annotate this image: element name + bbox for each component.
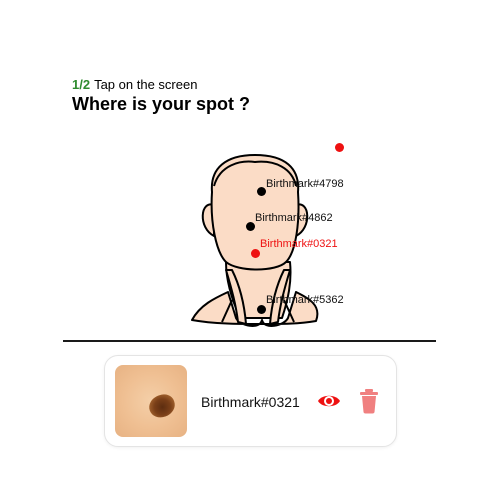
trash-icon xyxy=(360,389,378,414)
marker-dot[interactable] xyxy=(246,222,255,231)
marker-dot[interactable] xyxy=(257,187,266,196)
body-figure xyxy=(191,154,319,327)
marker-dot-selected[interactable] xyxy=(251,249,260,258)
body-map[interactable]: Birthmark#4798 Birthmark#4862 Birthmark#… xyxy=(0,0,500,340)
spot-thumbnail xyxy=(115,365,187,437)
spot-card[interactable]: Birthmark#0321 xyxy=(104,355,397,447)
divider xyxy=(63,340,436,342)
eye-icon xyxy=(318,395,340,407)
spot-name: Birthmark#0321 xyxy=(201,394,300,410)
mole-image xyxy=(146,391,178,421)
marker-label[interactable]: Birthmark#4798 xyxy=(266,178,344,190)
marker-label-selected[interactable]: Birthmark#0321 xyxy=(260,238,338,250)
marker-label[interactable]: Birthmark#4862 xyxy=(255,212,333,224)
marker-label[interactable]: Birthmark#5362 xyxy=(266,294,344,306)
tap-marker[interactable] xyxy=(335,143,344,152)
marker-dot[interactable] xyxy=(257,305,266,314)
delete-button[interactable] xyxy=(359,388,379,414)
view-button[interactable] xyxy=(317,391,341,411)
